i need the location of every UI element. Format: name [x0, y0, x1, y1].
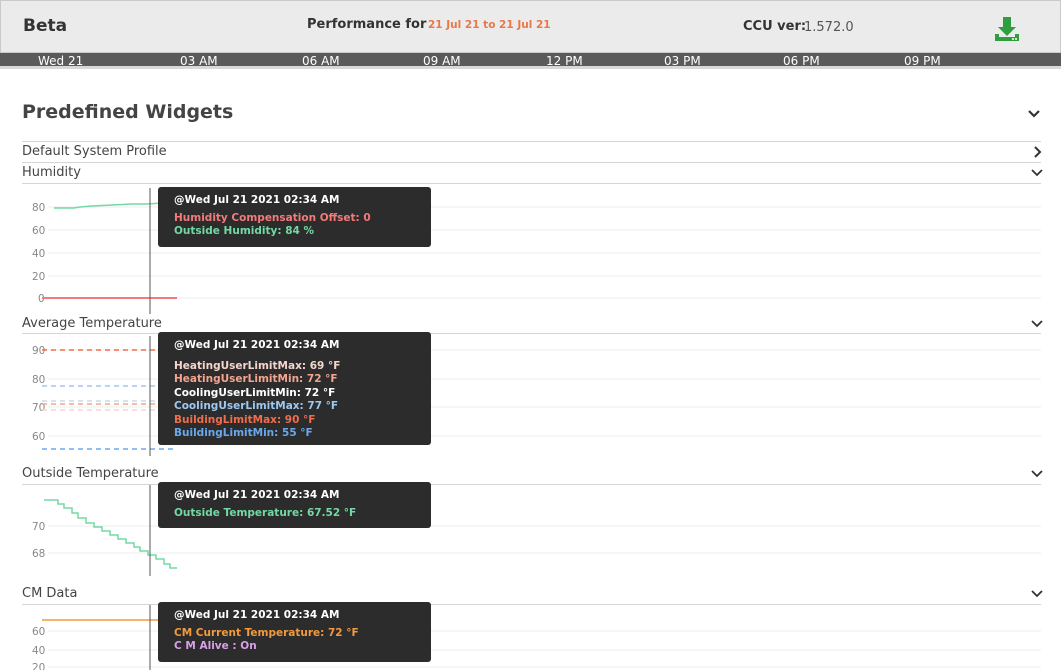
section-title: Predefined Widgets: [22, 101, 234, 123]
chevron-down-icon[interactable]: [1029, 165, 1045, 181]
date-range[interactable]: 21 Jul 21 to 21 Jul 21: [428, 19, 551, 31]
tooltip-line: BuildingLimitMin: 55 °F: [174, 427, 313, 439]
y-tick-label: 80: [32, 202, 45, 214]
timeline-tick: 06 AM: [302, 54, 340, 68]
y-tick-label: 90: [32, 345, 45, 357]
y-tick-label: 68: [32, 548, 45, 560]
timeline-tick: 12 PM: [546, 54, 583, 68]
divider: [22, 162, 1041, 163]
timeline-tick: Wed 21: [38, 54, 84, 68]
download-icon[interactable]: [993, 15, 1021, 43]
timeline-tick: 09 AM: [423, 54, 461, 68]
tooltip-line: Humidity Compensation Offset: 0: [174, 211, 371, 224]
chevron-down-icon[interactable]: [1026, 106, 1042, 122]
y-tick-label: 70: [32, 521, 45, 533]
outside-temperature-label[interactable]: Outside Temperature: [22, 466, 159, 481]
timeline-tick: 03 PM: [664, 54, 701, 68]
chevron-right-icon[interactable]: [1030, 144, 1046, 160]
tooltip-line: HeatingUserLimitMax: 69 °F: [174, 359, 341, 372]
y-tick-label: 60: [32, 431, 45, 443]
profile-row-label[interactable]: Default System Profile: [22, 144, 167, 159]
humidity-label[interactable]: Humidity: [22, 165, 81, 180]
timeline-tick: 06 PM: [783, 54, 820, 68]
y-tick-label: 20: [32, 662, 45, 670]
ccu-version-label: CCU ver:: [743, 19, 807, 34]
y-tick-label: 40: [32, 645, 45, 657]
tooltip-line: CoolingUserLimitMax: 77 °F: [174, 400, 339, 412]
tooltip-line: C M Alive : On: [174, 640, 257, 652]
y-tick-label: 20: [32, 271, 45, 283]
cm-data-tooltip: @Wed Jul 21 2021 02:34 AM CM Current Tem…: [158, 602, 431, 662]
y-tick-label: 60: [32, 626, 45, 638]
timeline-tick: 09 PM: [904, 54, 941, 68]
tooltip-timestamp: @Wed Jul 21 2021 02:34 AM: [174, 194, 340, 206]
brand-title: Beta: [23, 16, 68, 36]
chevron-down-icon[interactable]: [1029, 586, 1045, 602]
average-temperature-label[interactable]: Average Temperature: [22, 316, 162, 331]
chevron-down-icon[interactable]: [1029, 466, 1045, 482]
chevron-down-icon[interactable]: [1029, 316, 1045, 332]
divider: [22, 141, 1041, 142]
timeline-bar[interactable]: Wed 21 03 AM 06 AM 09 AM 12 PM 03 PM 06 …: [0, 53, 1061, 69]
tooltip-line: HeatingUserLimitMin: 72 °F: [174, 373, 338, 385]
humidity-tooltip: @Wed Jul 21 2021 02:34 AM Humidity Compe…: [158, 187, 431, 247]
tooltip-line: Outside Temperature: 67.52 °F: [174, 506, 357, 519]
y-tick-label: 40: [32, 248, 45, 260]
y-tick-label: 80: [32, 374, 45, 386]
tooltip-line: CoolingUserLimitMin: 72 °F: [174, 386, 336, 399]
tooltip-timestamp: @Wed Jul 21 2021 02:34 AM: [174, 339, 340, 351]
cm-data-label[interactable]: CM Data: [22, 586, 77, 601]
outside-temperature-tooltip: @Wed Jul 21 2021 02:34 AM Outside Temper…: [158, 482, 431, 528]
tooltip-line: BuildingLimitMax: 90 °F: [174, 413, 316, 426]
performance-label: Performance for: [307, 17, 427, 32]
tooltip-line: Outside Humidity: 84 %: [174, 225, 314, 237]
tooltip-timestamp: @Wed Jul 21 2021 02:34 AM: [174, 489, 340, 501]
timeline-tick: 03 AM: [180, 54, 218, 68]
ccu-version-value: 1.572.0: [804, 20, 854, 35]
y-tick-label: 60: [32, 225, 45, 237]
average-temperature-tooltip: @Wed Jul 21 2021 02:34 AM HeatingUserLim…: [158, 332, 431, 445]
tooltip-timestamp: @Wed Jul 21 2021 02:34 AM: [174, 609, 340, 621]
top-bar: Beta Performance for 21 Jul 21 to 21 Jul…: [0, 0, 1061, 53]
tooltip-line: CM Current Temperature: 72 °F: [174, 626, 359, 639]
